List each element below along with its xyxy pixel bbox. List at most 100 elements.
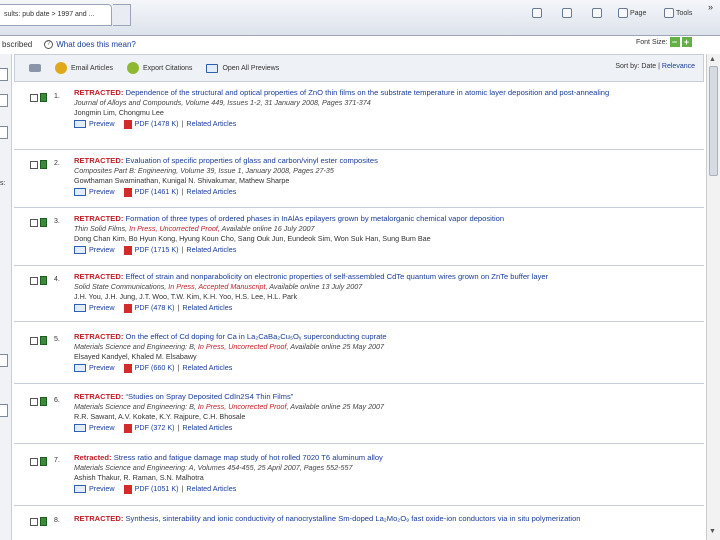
export-citations-button[interactable]: Export Citations (127, 62, 192, 74)
chevron-icon[interactable]: » (708, 2, 713, 12)
sort-separator: | (658, 63, 660, 70)
sort-by-date: Date (641, 63, 657, 70)
sort-by-relevance-link[interactable]: Relevance (662, 63, 695, 70)
pdf-link[interactable]: PDF (372 K) (135, 423, 175, 433)
vertical-scrollbar[interactable]: ▲ ▼ (706, 54, 720, 540)
preview-link[interactable]: Preview (89, 187, 115, 197)
pdf-link[interactable]: PDF (1051 K) (135, 484, 179, 494)
collapse-toggle[interactable] (29, 64, 41, 72)
pdf-icon (123, 484, 132, 494)
pdf-link[interactable]: PDF (1478 K) (135, 119, 179, 129)
pdf-link[interactable]: PDF (478 K) (135, 303, 175, 313)
full-text-icon (40, 276, 47, 285)
related-articles-link[interactable]: Related Articles (182, 423, 232, 433)
increase-font-button[interactable]: + (681, 37, 692, 47)
email-articles-button[interactable]: Email Articles (55, 62, 113, 74)
related-articles-link[interactable]: Related Articles (186, 119, 236, 129)
result-authors: J.H. You, J.H. Jung, J.T. Woo, T.W. Kim,… (74, 292, 298, 301)
page-menu[interactable]: Page (618, 6, 646, 20)
pdf-link[interactable]: PDF (1715 K) (135, 245, 179, 255)
pdf-link[interactable]: PDF (1461 K) (135, 187, 179, 197)
result-checkbox[interactable] (30, 518, 38, 526)
left-panel-item[interactable] (0, 404, 8, 417)
result-title-text: Synthesis, sinterability and ionic condu… (125, 514, 581, 523)
preview-icon (74, 304, 86, 312)
email-articles-label: Email Articles (71, 64, 114, 72)
result-title[interactable]: RETRACTED: On the effect of Cd doping fo… (74, 332, 690, 342)
left-panel-item[interactable] (0, 94, 8, 107)
left-panel-item[interactable] (0, 354, 8, 367)
page-menu-label: Page (630, 9, 647, 17)
retracted-label: RETRACTED: (74, 332, 124, 341)
link-separator: | (181, 187, 184, 196)
result-checkbox[interactable] (30, 219, 38, 227)
new-tab-button[interactable] (113, 4, 131, 26)
link-separator: | (181, 484, 184, 493)
related-articles-link[interactable]: Related Articles (186, 484, 236, 494)
page-icon (618, 8, 628, 18)
help-icon: ? (44, 39, 54, 49)
full-text-icon (40, 397, 47, 406)
export-citations-label: Export Citations (143, 64, 193, 72)
home-button[interactable] (532, 6, 542, 20)
result-title-text: “Studies on Spray Deposited CdIn2S4 Thin… (125, 392, 294, 401)
open-all-previews-button[interactable]: Open All Previews (206, 63, 279, 73)
result-content: RETRACTED: Formation of three types of o… (74, 214, 690, 255)
result-checkbox[interactable] (30, 398, 38, 406)
result-row: 6. RETRACTED: “Studies on Spray Deposite… (14, 384, 704, 444)
result-title[interactable]: RETRACTED: Formation of three types of o… (74, 214, 690, 224)
result-row: 8. RETRACTED: Synthesis, sinterability a… (14, 506, 704, 540)
preview-icon (74, 120, 86, 128)
related-articles-link[interactable]: Related Articles (182, 363, 232, 373)
decrease-font-button[interactable]: − (669, 37, 680, 47)
scrollbar-thumb[interactable] (709, 66, 718, 176)
left-panel-item[interactable] (0, 68, 8, 81)
preview-link[interactable]: Preview (89, 363, 115, 373)
pdf-icon (123, 119, 132, 129)
retracted-label: RETRACTED: (74, 272, 124, 281)
full-text-icon (40, 218, 47, 227)
result-checkbox[interactable] (30, 94, 38, 102)
pdf-link[interactable]: PDF (660 K) (135, 363, 175, 373)
result-checkbox[interactable] (30, 337, 38, 345)
browser-toolbar: sults: pub date > 1997 and ... Page Tool… (0, 0, 720, 36)
print-button[interactable] (592, 6, 602, 20)
results-toolbar: Email Articles Export Citations Open All… (14, 54, 704, 82)
related-articles-link[interactable]: Related Articles (182, 303, 232, 313)
tools-menu[interactable]: Tools (664, 6, 692, 20)
feeds-button[interactable] (562, 6, 572, 20)
what-does-this-mean-link[interactable]: What does this mean? (56, 40, 136, 49)
result-journal: Materials Science and Engineering: A, Vo… (74, 463, 353, 472)
result-number: 1. (54, 93, 60, 100)
journal-name: Solid State Communications, (74, 282, 167, 291)
result-title-text: Stress ratio and fatigue damage map stud… (113, 453, 383, 462)
result-journal: Materials Science and Engineering: B, In… (74, 402, 690, 412)
browser-tab[interactable]: sults: pub date > 1997 and ... (0, 4, 112, 26)
preview-link[interactable]: Preview (89, 484, 115, 494)
result-row: 4. RETRACTED: Effect of strain and nonpa… (14, 266, 704, 322)
result-title[interactable]: RETRACTED: Effect of strain and nonparab… (74, 272, 690, 282)
result-checkbox[interactable] (30, 277, 38, 285)
result-checkbox[interactable] (30, 458, 38, 466)
preview-link[interactable]: Preview (89, 119, 115, 129)
pdf-icon (123, 187, 132, 197)
preview-link[interactable]: Preview (89, 423, 115, 433)
scroll-up-icon[interactable]: ▲ (709, 56, 716, 63)
left-panel-item[interactable] (0, 126, 8, 139)
related-articles-link[interactable]: Related Articles (186, 245, 236, 255)
preview-link[interactable]: Preview (89, 245, 115, 255)
related-articles-link[interactable]: Related Articles (186, 187, 236, 197)
result-title[interactable]: RETRACTED: Dependence of the structural … (74, 88, 690, 98)
result-title[interactable]: Retracted: Stress ratio and fatigue dama… (74, 453, 690, 463)
result-content: RETRACTED: Evaluation of specific proper… (74, 156, 690, 197)
preview-link[interactable]: Preview (89, 303, 115, 313)
result-title[interactable]: RETRACTED: Synthesis, sinterability and … (74, 514, 690, 524)
full-text-icon (40, 457, 47, 466)
result-title[interactable]: RETRACTED: “Studies on Spray Deposited C… (74, 392, 690, 402)
result-title[interactable]: RETRACTED: Evaluation of specific proper… (74, 156, 690, 166)
result-links: Preview PDF (1051 K) | Related Articles (74, 484, 690, 494)
left-panel-edge: s: (0, 54, 12, 540)
result-checkbox[interactable] (30, 161, 38, 169)
scroll-down-icon[interactable]: ▼ (709, 528, 716, 535)
preview-icon (206, 63, 219, 73)
